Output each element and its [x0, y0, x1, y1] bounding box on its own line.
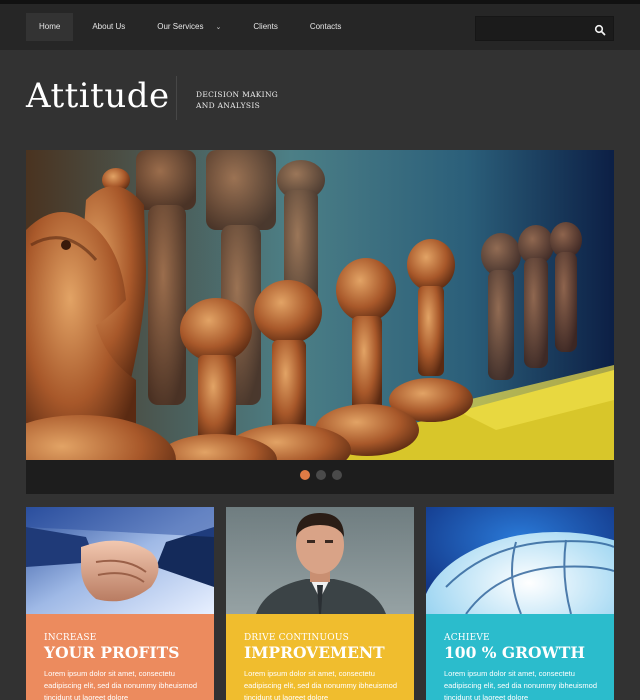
chevron-down-icon: ⌄ [215, 24, 222, 31]
feature-text: Lorem ipsum dolor sit amet, consectetu e… [444, 669, 598, 700]
search-icon [594, 24, 606, 36]
feature-subtitle: DRIVE CONTINUOUS [244, 633, 349, 643]
search-button[interactable] [594, 23, 606, 36]
tagline-line-2: AND ANALYSIS [196, 101, 261, 110]
handshake-photo [26, 507, 214, 614]
nav-contacts[interactable]: Contacts [297, 13, 355, 41]
slider-dot-1[interactable] [300, 470, 310, 480]
businessman-photo [226, 507, 414, 614]
feature-subtitle: INCREASE [44, 633, 97, 643]
nav-clients[interactable]: Clients [240, 13, 290, 41]
site-logo[interactable]: Attitude [26, 76, 170, 116]
main-nav: Home About Us Our Services ⌄ Clients Cont… [26, 13, 360, 41]
search-box [475, 16, 614, 41]
nav-our-services[interactable]: Our Services ⌄ [144, 13, 234, 41]
hero-slider[interactable] [26, 150, 614, 460]
search-input[interactable] [482, 21, 591, 39]
nav-our-services-label: Our Services [157, 22, 204, 31]
feature-card-profits[interactable]: INCREASE YOUR PROFITS Lorem ipsum dolor … [26, 507, 214, 700]
chess-pieces-image [26, 150, 614, 460]
site-tagline: DECISION MAKING AND ANALYSIS [196, 89, 296, 111]
feature-title[interactable]: 100 % GROWTH [444, 643, 585, 662]
tagline-line-1: DECISION MAKING [196, 90, 279, 99]
nav-clients-label: Clients [253, 22, 278, 31]
feature-title[interactable]: YOUR PROFITS [44, 643, 179, 662]
nav-about-us-label: About Us [92, 22, 126, 31]
nav-home-label: Home [39, 22, 61, 31]
slider-dot-3[interactable] [332, 470, 342, 480]
feature-card-body: INCREASE YOUR PROFITS Lorem ipsum dolor … [26, 614, 214, 700]
slider-dot-2[interactable] [316, 470, 326, 480]
feature-card-improvement[interactable]: DRIVE CONTINUOUS IMPROVEMENT Lorem ipsum… [226, 507, 414, 700]
feature-image-handshake [26, 507, 214, 614]
feature-subtitle: ACHIEVE [444, 633, 490, 643]
feature-card-body: ACHIEVE 100 % GROWTH Lorem ipsum dolor s… [426, 614, 614, 700]
slider-pagination [300, 470, 348, 480]
navbar: Home About Us Our Services ⌄ Clients Cont… [0, 4, 640, 50]
nav-contacts-label: Contacts [309, 22, 342, 31]
feature-card-growth[interactable]: ACHIEVE 100 % GROWTH Lorem ipsum dolor s… [426, 507, 614, 700]
feature-image-globe [426, 507, 614, 614]
header-divider [176, 76, 177, 120]
puzzle-globe-photo [426, 507, 614, 614]
feature-card-body: DRIVE CONTINUOUS IMPROVEMENT Lorem ipsum… [226, 614, 414, 700]
feature-text: Lorem ipsum dolor sit amet, consectetu e… [244, 669, 398, 700]
feature-image-businessman [226, 507, 414, 614]
nav-about-us[interactable]: About Us [79, 13, 138, 41]
nav-home[interactable]: Home [26, 13, 74, 41]
feature-title[interactable]: IMPROVEMENT [244, 643, 385, 662]
feature-text: Lorem ipsum dolor sit amet, consectetu e… [44, 669, 198, 700]
